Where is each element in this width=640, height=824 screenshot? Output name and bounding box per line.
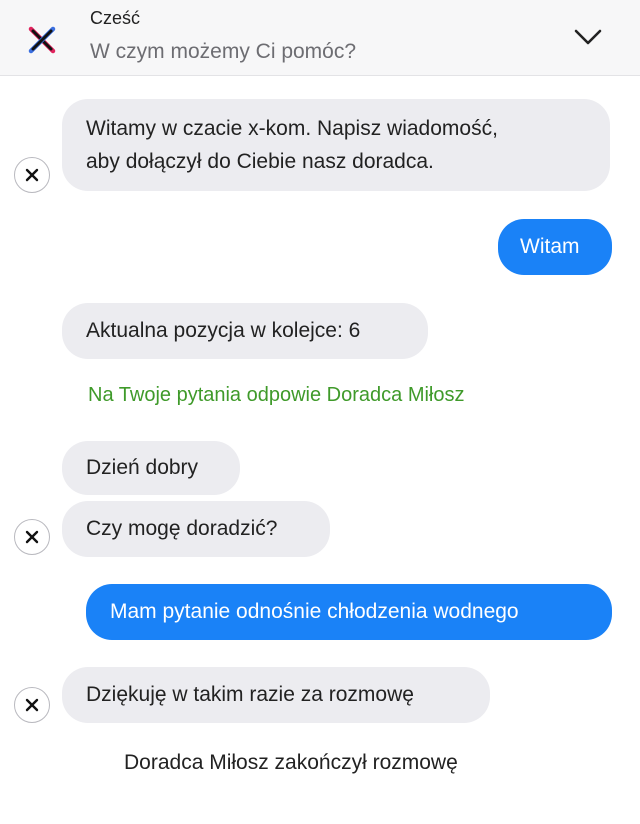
agent-avatar-icon <box>14 687 50 723</box>
agent-avatar-icon <box>14 157 50 193</box>
message-text: Dzień dobry <box>86 456 199 479</box>
agent-avatar-icon <box>14 519 50 555</box>
system-notice: Doradca Miłosz zakończył rozmowę <box>124 751 458 774</box>
chevron-down-icon[interactable] <box>568 22 608 52</box>
outgoing-message: Witam <box>498 219 612 275</box>
incoming-message: Aktualna pozycja w kolejce: 6 <box>62 303 428 359</box>
message-text: Aktualna pozycja w kolejce: 6 <box>86 319 361 342</box>
incoming-message: Witamy w czacie x-kom. Napisz wiadomość,… <box>62 99 610 191</box>
incoming-message: Dziękuję w takim razie za rozmowę <box>62 667 490 723</box>
message-line: Witamy w czacie x-kom. Napisz wiadomość, <box>86 117 498 140</box>
header-title: Cześć <box>90 8 141 28</box>
incoming-message: Dzień dobry <box>62 441 240 495</box>
message-text: Mam pytanie odnośnie chłodzenia wodnego <box>110 600 519 623</box>
x-kom-logo-icon <box>12 10 72 70</box>
message-text: Witam <box>520 235 580 258</box>
message-text: Czy mogę doradzić? <box>86 517 278 540</box>
message-line: aby dołączył do Ciebie nasz doradca. <box>86 150 434 173</box>
incoming-message: Czy mogę doradzić? <box>62 501 330 557</box>
system-notice: Na Twoje pytania odpowie Doradca Miłosz <box>88 384 465 406</box>
outgoing-message: Mam pytanie odnośnie chłodzenia wodnego <box>86 584 612 640</box>
header-subtitle: W czym możemy Ci pomóc? <box>90 40 357 63</box>
chat-header: Cześć W czym możemy Ci pomóc? <box>0 0 640 76</box>
message-text: Dziękuję w takim razie za rozmowę <box>86 683 414 706</box>
